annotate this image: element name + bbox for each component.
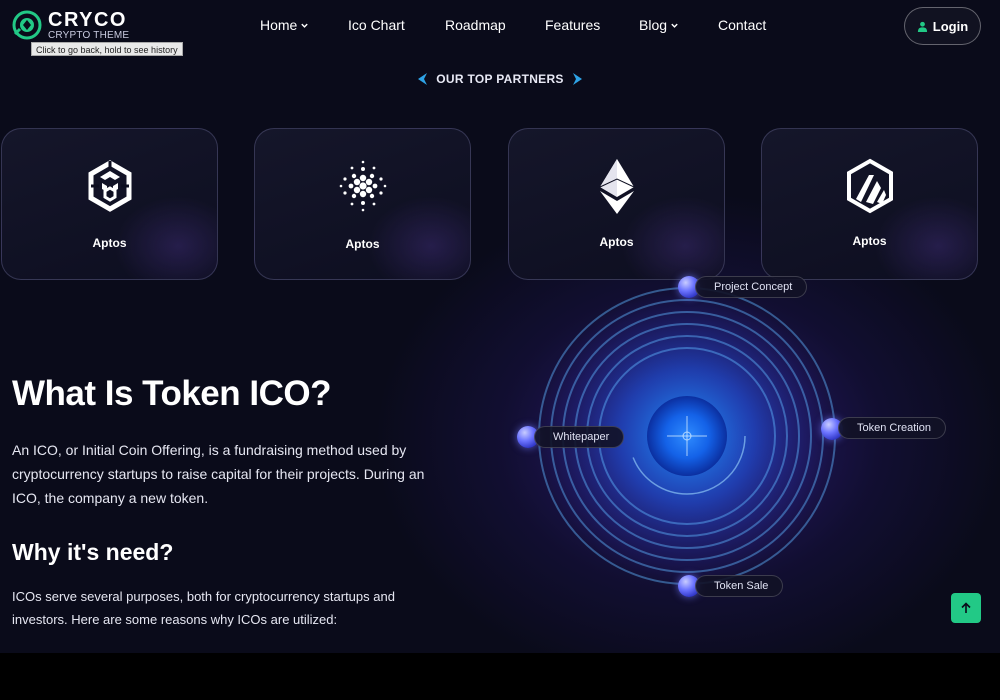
arrow-up-icon bbox=[961, 602, 971, 613]
nav-item-label: Ico Chart bbox=[348, 17, 405, 33]
partner-card[interactable]: Aptos bbox=[254, 128, 471, 280]
nav-item-blog[interactable]: Blog bbox=[639, 17, 679, 33]
nav-item-roadmap[interactable]: Roadmap bbox=[445, 17, 506, 33]
partner-card[interactable]: Aptos bbox=[1, 128, 218, 280]
nav-item-label: Features bbox=[545, 17, 601, 33]
cardano-icon bbox=[339, 160, 386, 212]
bottom-black-bar bbox=[0, 653, 1000, 700]
arrow-right-icon bbox=[572, 73, 582, 85]
nav-item-label: Home bbox=[260, 17, 298, 33]
nav-item-label: Roadmap bbox=[445, 17, 506, 33]
node-label-token-sale[interactable]: Token Sale bbox=[695, 575, 784, 597]
back-button-tooltip: Click to go back, hold to see history bbox=[31, 42, 183, 56]
nav-item-contact[interactable]: Contact bbox=[718, 17, 766, 33]
brand-logo[interactable]: CRYCO CRYPTO THEME bbox=[12, 10, 129, 41]
ico-orbit-graphic: Project Concept Whitepaper Token Creatio… bbox=[470, 270, 990, 650]
login-button[interactable]: Login bbox=[904, 7, 981, 45]
logo-icon bbox=[12, 10, 42, 40]
brand-tagline: CRYPTO THEME bbox=[48, 30, 130, 41]
user-icon bbox=[917, 21, 927, 32]
chevron-down-icon bbox=[301, 23, 309, 28]
arrow-left-icon bbox=[418, 73, 428, 85]
scroll-to-top-button[interactable] bbox=[951, 593, 981, 623]
partner-card[interactable]: Aptos bbox=[508, 128, 725, 280]
partner-card-label: Aptos bbox=[345, 237, 380, 251]
nav-item-label: Contact bbox=[718, 17, 767, 33]
node-label-token-creation[interactable]: Token Creation bbox=[838, 417, 946, 439]
node-label-project-concept[interactable]: Project Concept bbox=[695, 276, 808, 298]
partner-card[interactable]: Aptos bbox=[761, 128, 978, 280]
node-label-whitepaper[interactable]: Whitepaper bbox=[534, 426, 625, 448]
section-description: An ICO, or Initial Coin Offering, is a f… bbox=[12, 442, 425, 506]
nav-item-ico-chart[interactable]: Ico Chart bbox=[348, 17, 405, 33]
nav-item-features[interactable]: Features bbox=[545, 17, 600, 33]
partners-heading-text: OUR TOP PARTNERS bbox=[436, 72, 564, 86]
page-background: CRYCO CRYPTO THEME Click to go back, hol… bbox=[0, 0, 1000, 653]
nav-item-home[interactable]: Home bbox=[260, 17, 309, 33]
partner-card-label: Aptos bbox=[92, 236, 127, 250]
arbitrum-icon bbox=[846, 158, 893, 214]
login-label: Login bbox=[932, 18, 969, 34]
section-subdescription: ICOs serve several purposes, both for cr… bbox=[12, 589, 395, 627]
section-title: What Is Token ICO? bbox=[12, 374, 331, 413]
ethereum-icon bbox=[599, 159, 634, 214]
brand-name: CRYCO bbox=[48, 9, 127, 31]
binance-icon bbox=[88, 160, 131, 212]
partners-heading: OUR TOP PARTNERS bbox=[0, 72, 1000, 86]
nav-item-label: Blog bbox=[639, 17, 668, 33]
chevron-down-icon bbox=[671, 23, 678, 28]
section-subtitle: Why it's need? bbox=[12, 539, 174, 565]
partner-card-label: Aptos bbox=[599, 235, 634, 249]
partner-card-label: Aptos bbox=[852, 234, 887, 248]
